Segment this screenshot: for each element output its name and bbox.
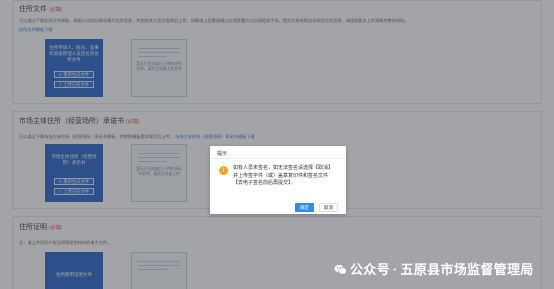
watermark: 公众号 · 五原县市场监督管理局 xyxy=(334,259,534,277)
dialog-message: 如有人员未签名，如无法签名请选择【取消】并上传签字件（或）盖章复印件和签名文件【… xyxy=(233,165,334,186)
dialog-title: 提示 xyxy=(217,151,228,157)
wechat-icon xyxy=(334,264,347,275)
modal-backdrop[interactable] xyxy=(0,0,554,289)
confirm-dialog: 提示 ! 如有人员未签名，如无法签名请选择【取消】并上传签字件（或）盖章复印件和… xyxy=(210,146,346,214)
watermark-name: 五原县市场监督管理局 xyxy=(400,262,534,277)
cancel-button[interactable]: 取消 xyxy=(319,203,338,212)
dialog-divider xyxy=(210,158,346,159)
watermark-separator: · xyxy=(392,262,398,277)
watermark-prefix: 公众号 xyxy=(350,262,390,277)
confirm-button[interactable]: 确定 xyxy=(295,203,314,212)
warning-icon: ! xyxy=(219,166,228,175)
